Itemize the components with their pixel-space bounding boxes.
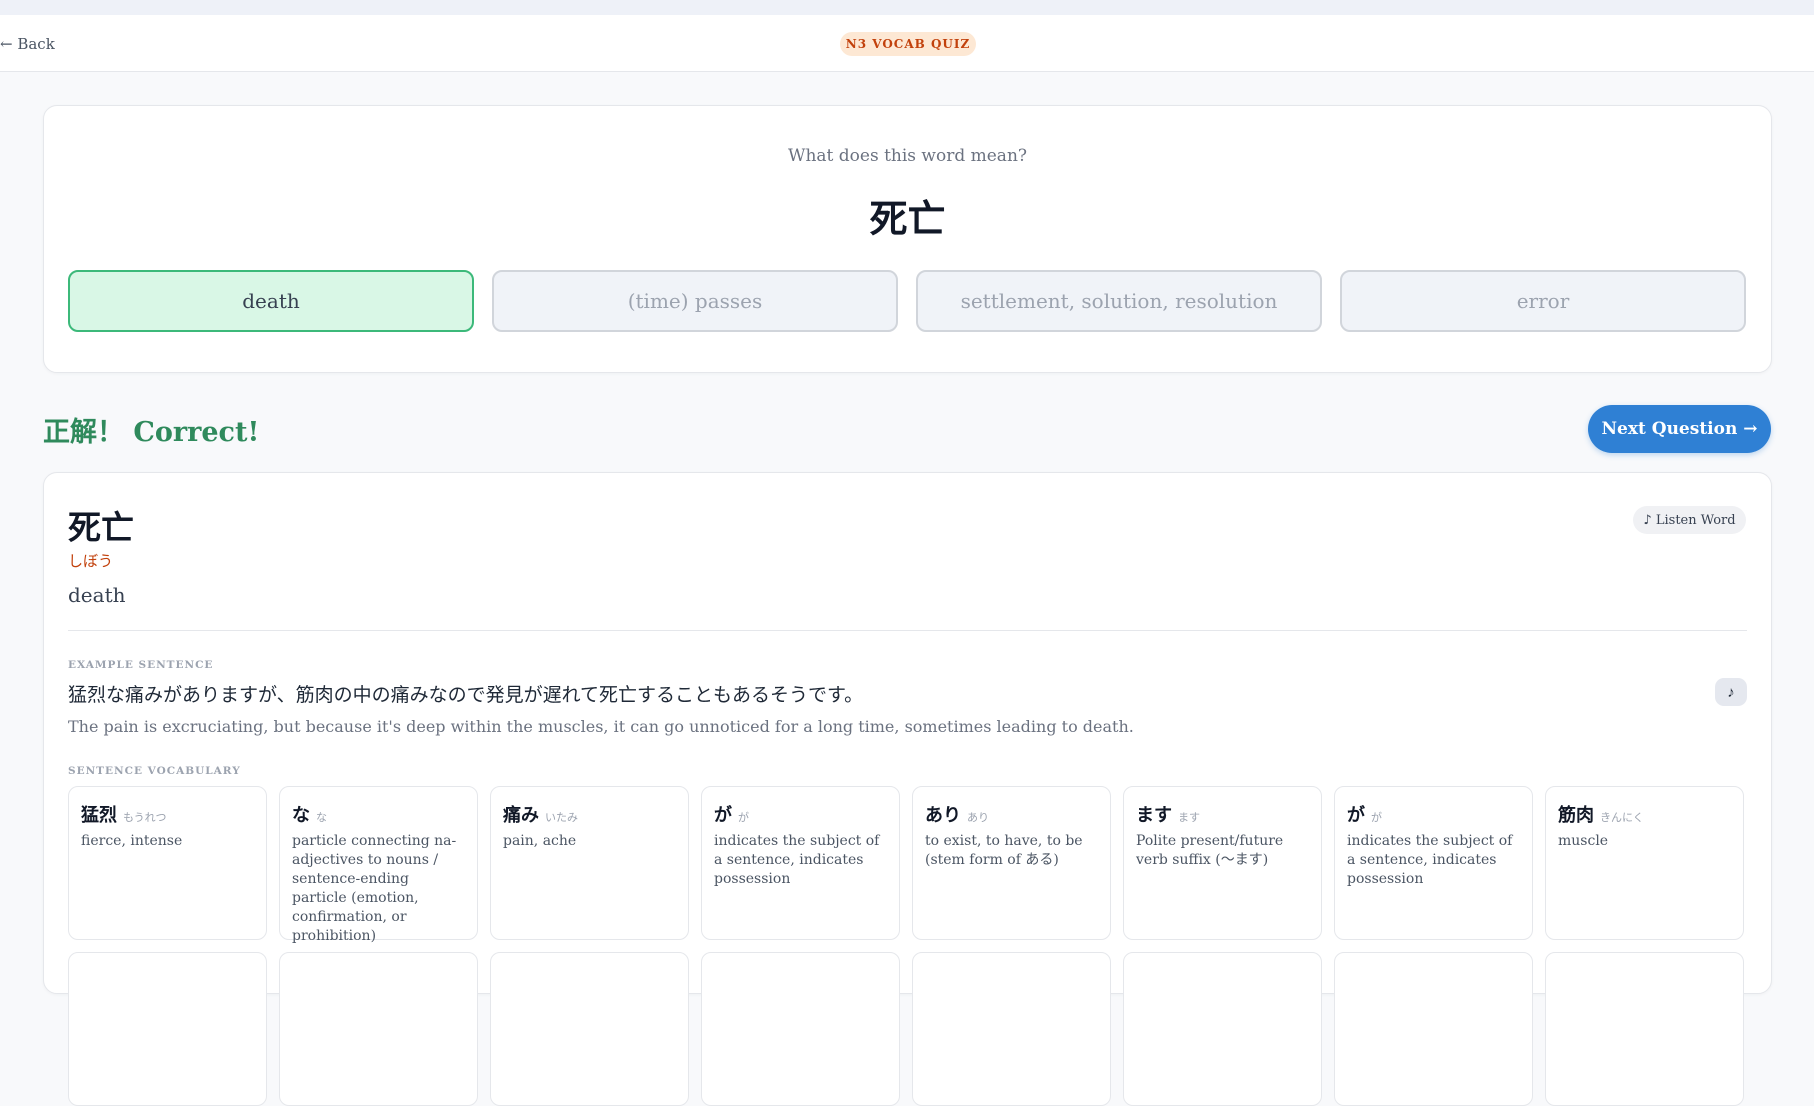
vocab-word: ます	[1136, 805, 1172, 826]
top-bar: ← Back N3 VOCAB QUIZ	[0, 15, 1814, 72]
vocab-reading: が	[1371, 811, 1382, 824]
word-detail-card: 死亡 しぼう death ♪ Listen Word EXAMPLE SENTE…	[43, 472, 1772, 1106]
play-sentence-icon[interactable]: ♪	[1715, 678, 1747, 706]
vocab-reading: いたみ	[545, 811, 578, 824]
vocab-word: な	[292, 805, 310, 826]
vocab-card[interactable]: 猛烈 もうれつ fierce, intense	[68, 786, 267, 940]
vocab-card-next-row[interactable]	[490, 952, 689, 1106]
vocab-reading: きんにく	[1600, 811, 1644, 824]
vocab-word: が	[714, 805, 732, 826]
vocab-card-next-row[interactable]	[912, 952, 1111, 1106]
example-sentence-label: EXAMPLE SENTENCE	[68, 659, 214, 671]
vocab-word: が	[1347, 805, 1365, 826]
detail-reading: しぼう	[68, 552, 114, 570]
option-error[interactable]: error	[1340, 270, 1746, 332]
vocab-word: 痛み	[503, 805, 539, 826]
sentence-vocabulary-label: SENTENCE VOCABULARY	[68, 765, 241, 777]
vocab-reading: ます	[1178, 811, 1200, 824]
question-card: What does this word mean? 死亡 death (time…	[43, 105, 1772, 373]
vocab-card-next-row[interactable]	[1334, 952, 1533, 1106]
option-settlement[interactable]: settlement, solution, resolution	[916, 270, 1322, 332]
question-word: 死亡	[869, 196, 946, 241]
example-sentence-english: The pain is excruciating, but because it…	[68, 717, 1134, 736]
vocab-card[interactable]: がが indicates the subject of a sentence, …	[701, 786, 900, 940]
vocab-card[interactable]: なな particle connecting na-adjectives to …	[279, 786, 478, 944]
vocab-meaning: indicates the subject of a sentence, ind…	[714, 833, 880, 887]
vocab-card[interactable]: 痛み いたみ pain, ache	[490, 786, 689, 940]
result-label: 正解！ Correct!	[43, 417, 260, 448]
next-question-button[interactable]: Next Question →	[1588, 405, 1771, 453]
answer-options: death (time) passes settlement, solution…	[68, 270, 1748, 332]
vocab-meaning: indicates the subject of a sentence, ind…	[1347, 833, 1513, 887]
detail-meaning: death	[68, 583, 126, 607]
example-sentence-japanese: 猛烈な痛みがありますが、筋肉の中の痛みなので発見が遅れて死亡することもあるそうで…	[68, 684, 864, 706]
vocab-meaning: fierce, intense	[81, 833, 183, 849]
back-link[interactable]: ← Back	[0, 35, 55, 53]
divider	[68, 630, 1747, 631]
vocab-meaning: Polite present/future verb suffix (〜ます)	[1136, 833, 1284, 868]
vocab-card-next-row[interactable]	[68, 952, 267, 1106]
vocab-card[interactable]: ます ます Polite present/future verb suffix (…	[1123, 786, 1322, 940]
vocab-reading: もうれつ	[123, 811, 167, 824]
vocab-meaning: pain, ache	[503, 833, 577, 849]
detail-word: 死亡	[68, 508, 134, 547]
vocab-meaning: particle connecting na-adjectives to nou…	[292, 833, 457, 944]
option-time-passes[interactable]: (time) passes	[492, 270, 898, 332]
vocab-reading: あり	[967, 811, 989, 824]
quiz-badge: N3 VOCAB QUIZ	[840, 32, 976, 56]
vocab-card[interactable]: がが indicates the subject of a sentence, …	[1334, 786, 1533, 940]
vocab-reading: が	[738, 811, 749, 824]
vocab-card[interactable]: 筋肉 きんにく muscle	[1545, 786, 1744, 940]
vocab-card-next-row[interactable]	[279, 952, 478, 1106]
top-strip	[0, 0, 1814, 15]
listen-word-button[interactable]: ♪ Listen Word	[1633, 506, 1746, 534]
vocab-word: 筋肉	[1558, 805, 1594, 826]
vocab-word: 猛烈	[81, 805, 117, 826]
vocab-card[interactable]: あり あり to exist, to have, to be (stem form…	[912, 786, 1111, 940]
vocab-reading: な	[316, 811, 327, 824]
question-prompt: What does this word mean?	[787, 146, 1028, 166]
vocab-word: あり	[925, 805, 961, 826]
option-death[interactable]: death	[68, 270, 474, 332]
vocab-card-next-row[interactable]	[701, 952, 900, 1106]
vocab-card-next-row[interactable]	[1545, 952, 1744, 1106]
vocab-card-next-row[interactable]	[1123, 952, 1322, 1106]
vocab-meaning: to exist, to have, to be (stem form of あ…	[925, 833, 1083, 868]
vocab-meaning: muscle	[1558, 833, 1609, 849]
